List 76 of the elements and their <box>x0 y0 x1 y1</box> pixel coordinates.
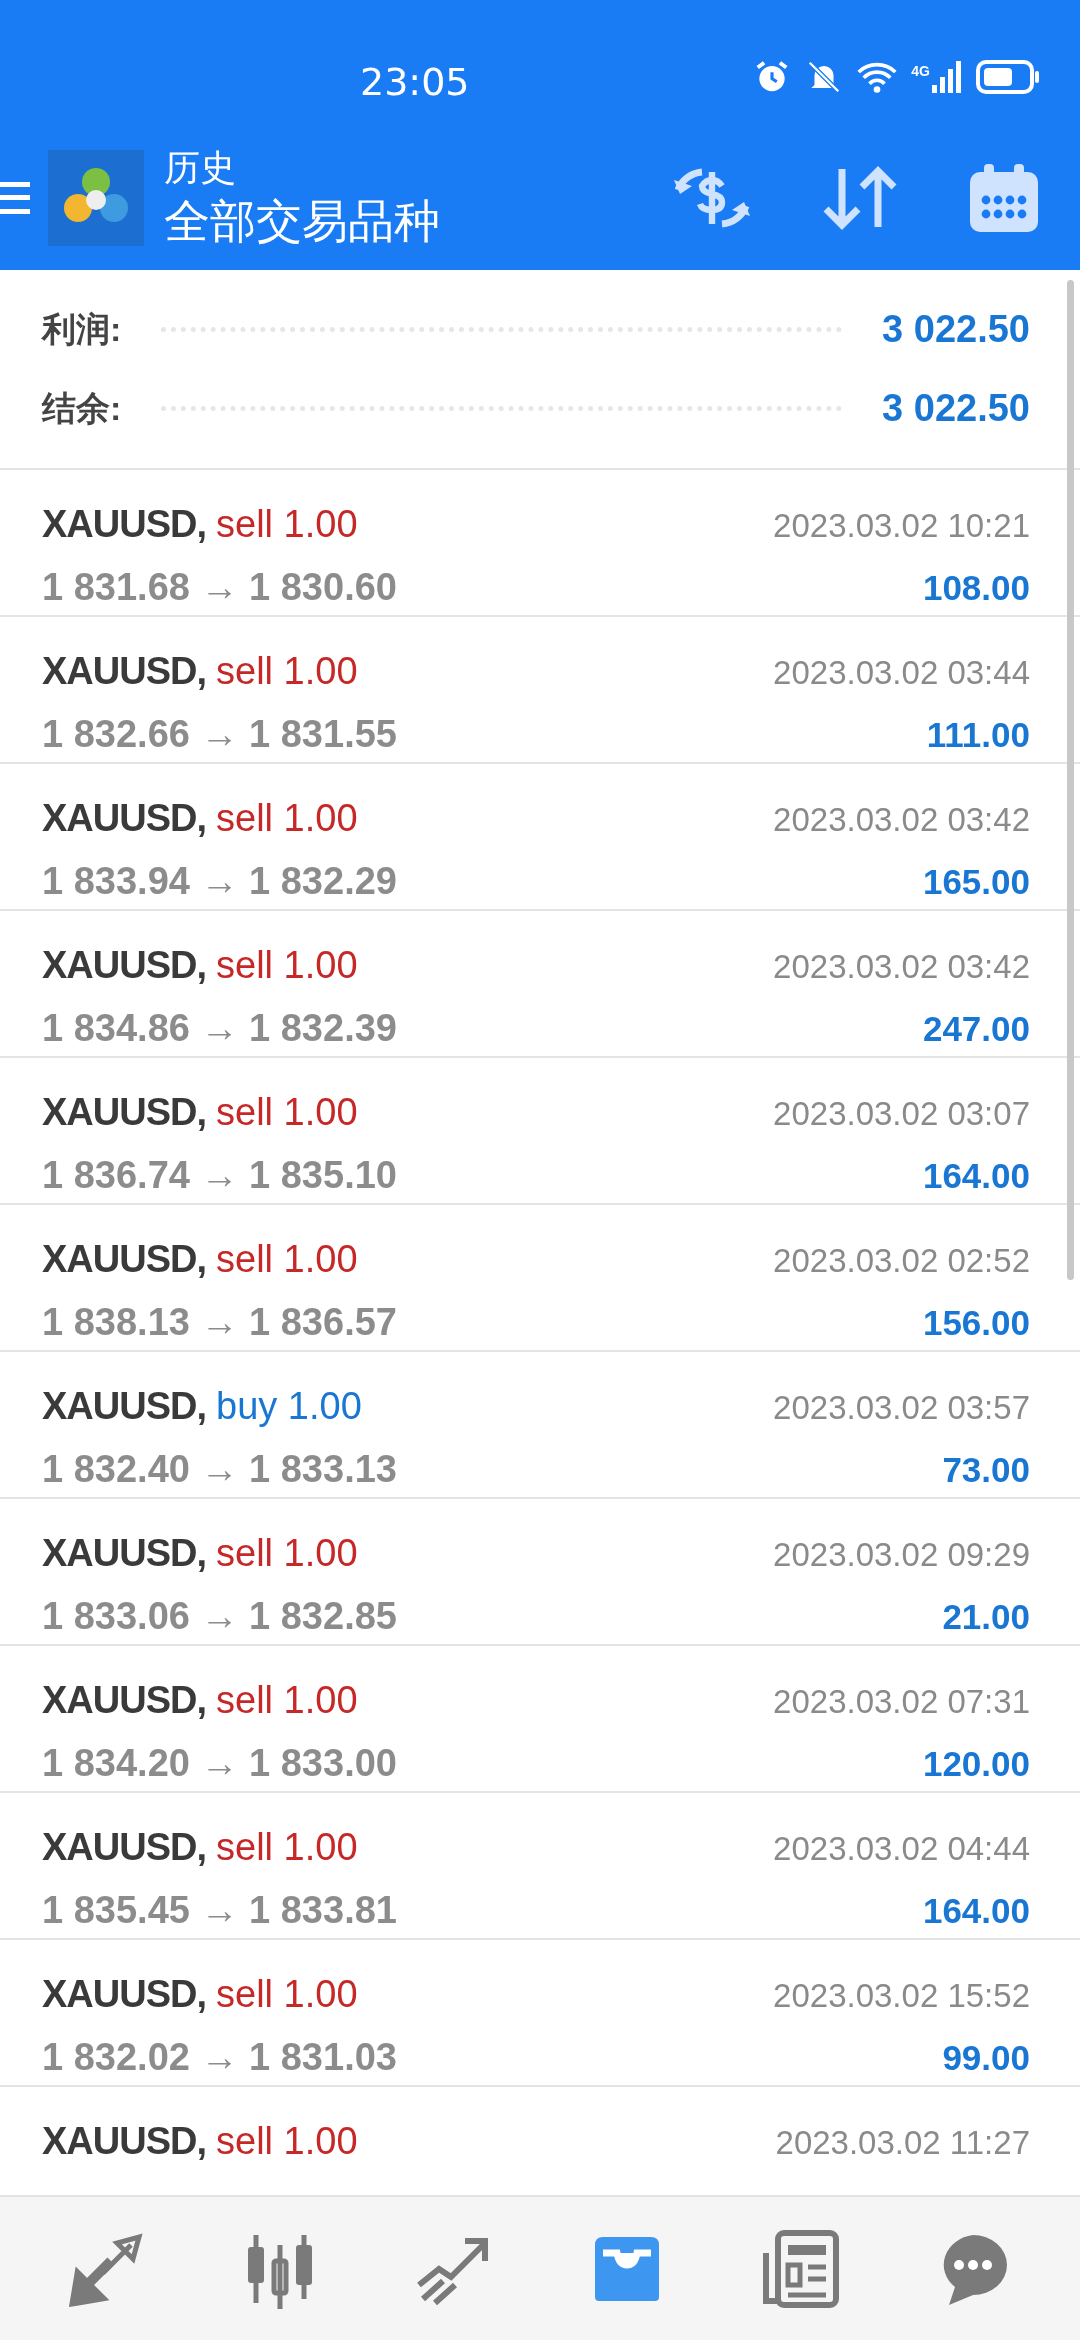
order-text: sell 1.00 <box>216 1531 358 1576</box>
order-text: sell 1.00 <box>216 502 358 547</box>
price-text: 1 834.86 → 1 832.39 <box>42 1006 397 1051</box>
symbol-text: XAUUSD, <box>42 502 207 547</box>
profit-value: 111.00 <box>926 714 1030 756</box>
order-text: buy 1.00 <box>216 1384 362 1429</box>
order-text: sell 1.00 <box>216 649 358 694</box>
symbol-text: XAUUSD, <box>42 1531 207 1576</box>
trade-row[interactable]: XAUUSD, sell 1.00 2023.03.02 04:44 1 835.45 → 1 833.81 164.00 <box>0 1793 1080 1940</box>
order-text: sell 1.00 <box>216 796 358 841</box>
battery-icon <box>976 60 1040 94</box>
summary-label: 利润: <box>42 309 122 350</box>
profit-value: 165.00 <box>922 861 1030 903</box>
app-logo-icon <box>48 149 144 246</box>
order-text: sell 1.00 <box>216 1825 358 1870</box>
profit-value: 73.00 <box>942 1449 1030 1491</box>
profit-value: 108.00 <box>922 567 1030 609</box>
trade-time: 2023.03.02 10:21 <box>773 506 1030 546</box>
trade-time: 2023.03.02 03:57 <box>773 1388 1030 1428</box>
trade-row[interactable]: XAUUSD, sell 1.00 2023.03.02 07:31 1 834.20 → 1 833.00 120.00 <box>0 1646 1080 1793</box>
summary-label: 结余: <box>42 388 122 429</box>
order-text: sell 1.00 <box>216 1237 358 1282</box>
price-text: 1 832.02 → 1 831.03 <box>42 2035 397 2080</box>
price-text: 1 832.66 → 1 831.55 <box>42 712 397 757</box>
trade-row[interactable]: XAUUSD, sell 1.00 2023.03.02 09:29 1 833.06 → 1 832.85 21.00 <box>0 1499 1080 1646</box>
order-text: sell 1.00 <box>216 1678 358 1723</box>
signal-icon <box>932 61 962 93</box>
trade-time: 2023.03.02 15:52 <box>773 1976 1030 2016</box>
profit-value: 99.00 <box>942 2037 1030 2079</box>
sort-icon[interactable] <box>822 164 898 231</box>
symbol-text: XAUUSD, <box>42 1090 207 1135</box>
symbol-text: XAUUSD, <box>42 1678 207 1723</box>
order-text: sell 1.00 <box>216 2119 358 2164</box>
network-label: 4G <box>911 62 930 81</box>
calendar-icon[interactable] <box>968 161 1040 234</box>
trade-row[interactable]: XAUUSD, sell 1.00 2023.03.02 15:52 1 832.02 → 1 831.03 99.00 <box>0 1940 1080 2087</box>
trade-time: 2023.03.02 04:44 <box>773 1829 1030 1869</box>
symbol-text: XAUUSD, <box>42 649 207 694</box>
trade-time: 2023.03.02 11:27 <box>775 2123 1030 2163</box>
order-text: sell 1.00 <box>216 1090 358 1135</box>
price-text: 1 836.74 → 1 835.10 <box>42 1153 397 1198</box>
order-text: sell 1.00 <box>216 943 358 988</box>
symbol-text: XAUUSD, <box>42 1237 207 1282</box>
screen-title: 历史 <box>164 145 237 190</box>
trade-time: 2023.03.02 03:42 <box>773 947 1030 987</box>
trade-time: 2023.03.02 02:52 <box>773 1241 1030 1281</box>
price-text: 1 838.13 → 1 836.57 <box>42 1300 397 1345</box>
price-text: 1 831.68 → 1 830.60 <box>42 565 397 610</box>
profit-value: 21.00 <box>942 1596 1030 1638</box>
summary-value: 3 022.50 <box>882 307 1030 352</box>
symbol-text: XAUUSD, <box>42 796 207 841</box>
trade-time: 2023.03.02 03:44 <box>773 653 1030 693</box>
trade-time: 2023.03.02 09:29 <box>773 1535 1030 1575</box>
price-text: 1 833.94 → 1 832.29 <box>42 859 397 904</box>
profit-value: 120.00 <box>922 1743 1030 1785</box>
profit-value: 164.00 <box>922 1155 1030 1197</box>
symbol-text: XAUUSD, <box>42 943 207 988</box>
profit-value: 156.00 <box>922 1302 1030 1344</box>
profit-value: 164.00 <box>922 1890 1030 1932</box>
trade-time: 2023.03.02 07:31 <box>773 1682 1030 1722</box>
symbol-text: XAUUSD, <box>42 2119 207 2164</box>
price-text: 1 835.45 → 1 833.81 <box>42 1888 397 1933</box>
symbol-filter[interactable]: 全部交易品种 <box>164 190 440 251</box>
symbol-text: XAUUSD, <box>42 1825 207 1870</box>
trade-row[interactable]: XAUUSD, buy 1.00 2023.03.02 03:57 1 832.40 → 1 833.13 73.00 <box>0 1352 1080 1499</box>
symbol-text: XAUUSD, <box>42 1384 207 1429</box>
trade-time: 2023.03.02 03:42 <box>773 800 1030 840</box>
summary-value: 3 022.50 <box>882 386 1030 431</box>
price-text: 1 833.06 → 1 832.85 <box>42 1594 397 1639</box>
order-text: sell 1.00 <box>216 1972 358 2017</box>
price-text: 1 832.40 → 1 833.13 <box>42 1447 397 1492</box>
status-time: 23:05 <box>360 59 470 106</box>
profit-value: 247.00 <box>922 1008 1030 1050</box>
price-text: 1 834.20 → 1 833.00 <box>42 1741 397 1786</box>
symbol-text: XAUUSD, <box>42 1972 207 2017</box>
trade-time: 2023.03.02 03:07 <box>773 1094 1030 1134</box>
